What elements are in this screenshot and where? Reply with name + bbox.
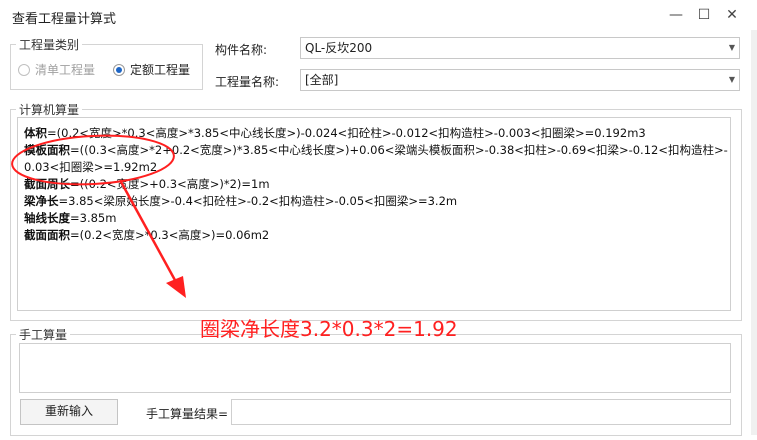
qty-type-legend: 工程量类别: [16, 36, 83, 53]
window-title: 查看工程量计算式: [12, 12, 117, 27]
reenter-button[interactable]: 重新输入: [20, 399, 118, 425]
manual-result-input[interactable]: [231, 399, 731, 425]
minimize-button[interactable]: —: [664, 4, 688, 26]
manual-calc-legend: 手工算量: [16, 326, 71, 343]
component-select[interactable]: QL-反坎200 ▼: [300, 37, 740, 59]
calc-line-formwork-cont: 0.03<扣圈梁>=1.92m2: [24, 160, 158, 174]
radio-quota-qty[interactable]: 定额工程量: [113, 61, 190, 78]
calc-line-volume: 体积=(0.2<宽度>*0.3<高度>*3.85<中心线长度>)-0.024<扣…: [24, 126, 646, 140]
calc-line-formwork: 模板面积=((0.3<高度>*2+0.2<宽度>)*3.85<中心线长度>)+0…: [24, 143, 728, 157]
calc-line-net-length: 梁净长=3.85<梁原始长度>-0.4<扣砼柱>-0.2<扣构造柱>-0.05<…: [24, 194, 458, 208]
window-edge: [751, 30, 757, 435]
calc-line-section-area: 截面面积=(0.2<宽度>*0.3<高度>)=0.06m2: [24, 228, 270, 242]
dialog-window: 查看工程量计算式 — ☐ ✕ 工程量类别 清单工程量 定额工程量 构件名称: Q…: [0, 0, 757, 440]
calc-line-perimeter: 截面周长=((0.2<宽度>+0.3<高度>)*2)=1m: [24, 177, 270, 191]
radio-bill-qty[interactable]: 清单工程量: [18, 61, 95, 78]
manual-result-label: 手工算量结果=: [146, 407, 229, 421]
radio-circle-icon: [18, 63, 30, 76]
maximize-button[interactable]: ☐: [692, 4, 716, 26]
chevron-down-icon: ▼: [728, 75, 735, 84]
qty-name-value: [全部]: [305, 73, 339, 87]
manual-calc-textarea[interactable]: [19, 343, 731, 393]
component-value: QL-反坎200: [305, 41, 373, 55]
qty-name-label: 工程量名称:: [215, 75, 280, 89]
chevron-down-icon: ▼: [728, 43, 735, 52]
qty-name-select[interactable]: [全部] ▼: [300, 69, 740, 91]
radio-bill-qty-label: 清单工程量: [35, 63, 96, 77]
annotation-text: 圈梁净长度3.2*0.3*2=1.92: [200, 317, 458, 341]
radio-selected-icon: [113, 63, 125, 76]
radio-quota-qty-label: 定额工程量: [130, 63, 191, 77]
calc-line-axis-length: 轴线长度=3.85m: [24, 211, 117, 225]
computer-calc-legend: 计算机算量: [16, 101, 83, 118]
close-button[interactable]: ✕: [720, 4, 744, 26]
component-label: 构件名称:: [215, 43, 268, 57]
computer-calc-textarea[interactable]: 体积=(0.2<宽度>*0.3<高度>*3.85<中心线长度>)-0.024<扣…: [17, 117, 731, 311]
